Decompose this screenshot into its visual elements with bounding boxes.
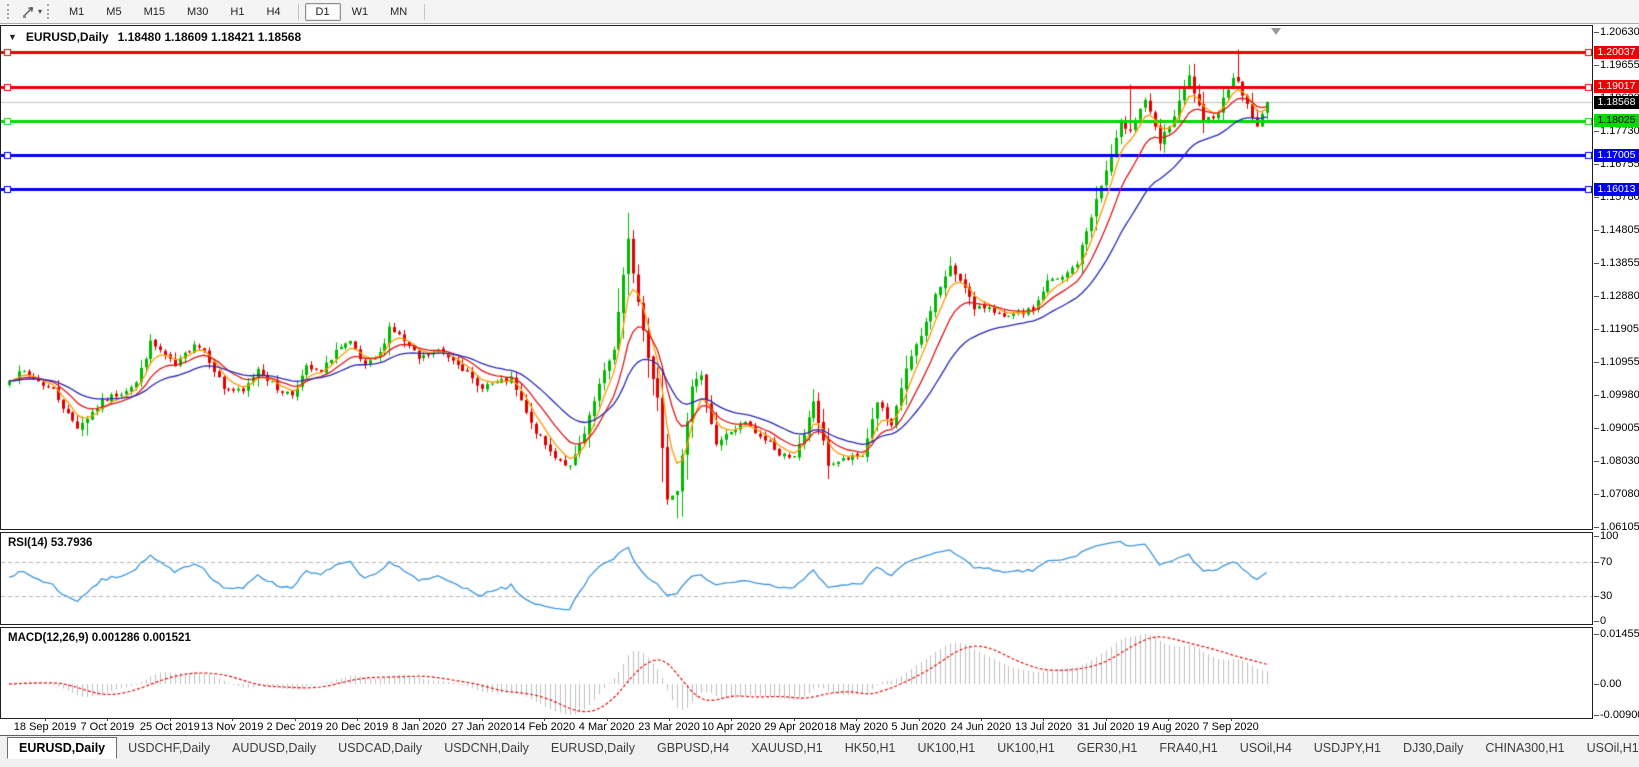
timeframe-button-m15[interactable]: M15	[133, 3, 176, 21]
chart-tab[interactable]: UK100,H1	[986, 738, 1066, 759]
timeframe-button-h1[interactable]: H1	[219, 3, 255, 21]
price-axis-tick: 1.09005	[1594, 422, 1639, 435]
price-axis-tick: 1.11905	[1594, 323, 1639, 336]
date-axis-label: 18 Sep 2019	[13, 721, 77, 733]
price-axis-tick: 1.14805	[1594, 224, 1639, 237]
date-axis-label: 19 Aug 2020	[1137, 721, 1200, 733]
toolbar-separator	[297, 3, 299, 20]
date-axis-label: 23 Mar 2020	[638, 721, 700, 733]
timeframe-button-w1[interactable]: W1	[341, 3, 380, 21]
rsi-axis-tick: 100	[1593, 530, 1619, 542]
date-axis-label: 29 Apr 2020	[764, 721, 824, 733]
chart-tab[interactable]: FRA40,H1	[1148, 738, 1228, 759]
chart-shift-marker[interactable]	[1271, 28, 1281, 35]
chart-tab[interactable]: XAUUSD,H1	[740, 738, 834, 759]
date-axis-label: 31 Jul 2020	[1077, 721, 1135, 733]
price-axis: 1.206301.196551.186801.177301.167551.157…	[1593, 25, 1639, 725]
date-axis-label: 13 Jul 2020	[1014, 721, 1072, 733]
rsi-axis-tick: 30	[1593, 589, 1613, 602]
timeframe-button-m1[interactable]: M1	[58, 3, 95, 21]
price-axis-tick: 1.07080	[1594, 487, 1639, 500]
date-axis-label: 20 Dec 2019	[325, 721, 389, 733]
date-axis-label: 13 Nov 2019	[200, 721, 264, 733]
toolbar-separator	[424, 3, 426, 20]
current-price-box: 1.18568	[1594, 95, 1639, 109]
macd-panel: MACD(12,26,9) 0.001286 0.001521	[0, 627, 1593, 719]
chart-ohlc-readout: 1.18480 1.18609 1.18421 1.18568	[117, 30, 302, 44]
chart-tab[interactable]: EURUSD,Daily	[7, 737, 118, 759]
rsi-axis-tick: 0	[1593, 615, 1607, 627]
macd-label: MACD(12,26,9) 0.001286 0.001521	[8, 632, 191, 644]
main-chart-panel: ▼ EURUSD,Daily 1.18480 1.18609 1.18421 1…	[0, 25, 1593, 530]
chart-tab[interactable]: AUDUSD,Daily	[221, 738, 327, 759]
rsi-panel: RSI(14) 53.7936	[0, 532, 1593, 625]
price-axis-tick: 1.13855	[1594, 256, 1639, 269]
date-axis-label: 2 Dec 2019	[266, 721, 323, 733]
date-axis-label: 18 May 2020	[824, 721, 888, 733]
chart-tab[interactable]: DJ30,Daily	[1392, 738, 1474, 759]
date-axis-label: 8 Jan 2020	[392, 721, 447, 733]
chart-tab[interactable]: UK100,H1	[907, 738, 987, 759]
hline-price-box: 1.19017	[1594, 80, 1639, 94]
top-toolbar: ▾ M1 M5 M15 M30 H1 H4 D1 W1 MN	[0, 0, 1639, 24]
chart-tab[interactable]: USDCNH,Daily	[433, 738, 540, 759]
timeframe-button-m5[interactable]: M5	[95, 3, 132, 21]
hline-price-box: 1.16013	[1594, 182, 1639, 196]
chart-tab[interactable]: EURUSD,Daily	[540, 738, 646, 759]
toolbar-grip[interactable]	[47, 4, 51, 19]
main-chart-canvas[interactable]	[1, 26, 1592, 529]
timeframe-button-mn[interactable]: MN	[379, 3, 418, 21]
chart-tab[interactable]: HK50,H1	[834, 738, 907, 759]
date-axis-label: 7 Sep 2020	[1202, 721, 1259, 733]
chart-tab[interactable]: CHINA300,H1	[1474, 738, 1575, 759]
chart-tabs-bar: EURUSD,Daily USDCHF,Daily AUDUSD,Daily USDC…	[0, 735, 1639, 767]
dropdown-caret-icon[interactable]: ▾	[38, 7, 42, 17]
macd-canvas[interactable]	[1, 628, 1592, 718]
chart-tab[interactable]: USOil,H1	[1576, 738, 1639, 759]
date-axis-label: 24 Jun 2020	[950, 721, 1012, 733]
hline-price-box: 1.20037	[1594, 45, 1639, 59]
toolbar-grip[interactable]	[7, 4, 11, 19]
price-axis-tick: 1.17730	[1594, 124, 1639, 137]
rsi-label: RSI(14) 53.7936	[8, 537, 93, 549]
rsi-axis-tick: 70	[1593, 555, 1613, 568]
date-axis: 18 Sep 2019 7 Oct 2019 25 Oct 2019 13 Nov 2…	[0, 718, 1639, 735]
chart-tab[interactable]: GBPUSD,H4	[646, 738, 740, 759]
date-axis-label: 5 Jun 2020	[891, 721, 946, 733]
date-axis-label: 25 Oct 2019	[139, 721, 200, 733]
timeframe-buttons: M1 M5 M15 M30 H1 H4 D1 W1 MN	[58, 2, 431, 21]
cursor-tool-button[interactable]: ▾	[18, 3, 45, 20]
date-axis-label: 27 Jan 2020	[451, 721, 513, 733]
price-axis-tick: 1.10955	[1594, 355, 1639, 368]
chart-tab[interactable]: USDJPY,H1	[1303, 738, 1392, 759]
cursor-tool-icon	[23, 6, 34, 18]
price-axis-tick: 1.19655	[1594, 59, 1639, 72]
price-axis-tick: 1.20630	[1594, 25, 1639, 38]
hline-price-box: 1.17005	[1594, 148, 1639, 162]
date-axis-label: 4 Mar 2020	[578, 721, 635, 733]
macd-axis-tick: 0.014556	[1594, 629, 1639, 640]
date-axis-label: 10 Apr 2020	[701, 721, 762, 733]
trading-platform-window: { "icons": { "dropdown_caret": "▾", "tit…	[0, 0, 1639, 767]
price-axis-tick: 1.08030	[1594, 455, 1639, 468]
timeframe-button-d1[interactable]: D1	[304, 2, 341, 21]
price-axis-tick: 1.09980	[1594, 388, 1639, 401]
price-axis-tick: 1.12880	[1594, 290, 1639, 303]
chart-tab[interactable]: USOil,H4	[1229, 738, 1303, 759]
chart-tab[interactable]: USDCAD,Daily	[327, 738, 433, 759]
rsi-canvas[interactable]	[1, 533, 1592, 624]
timeframe-button-h4[interactable]: H4	[255, 3, 291, 21]
date-axis-label: 7 Oct 2019	[80, 721, 135, 733]
timeframe-button-m30[interactable]: M30	[176, 3, 219, 21]
chart-tab[interactable]: GER30,H1	[1066, 738, 1148, 759]
chart-title: ▼ EURUSD,Daily 1.18480 1.18609 1.18421 1…	[8, 30, 301, 44]
chart-tab[interactable]: USDCHF,Daily	[117, 738, 221, 759]
chart-collapse-icon[interactable]: ▼	[8, 32, 17, 42]
chart-symbol-label: EURUSD,Daily	[25, 30, 109, 44]
date-axis-label: 14 Feb 2020	[513, 721, 576, 733]
hline-price-box: 1.18025	[1594, 114, 1639, 128]
macd-axis-tick: 0.00	[1593, 678, 1622, 690]
